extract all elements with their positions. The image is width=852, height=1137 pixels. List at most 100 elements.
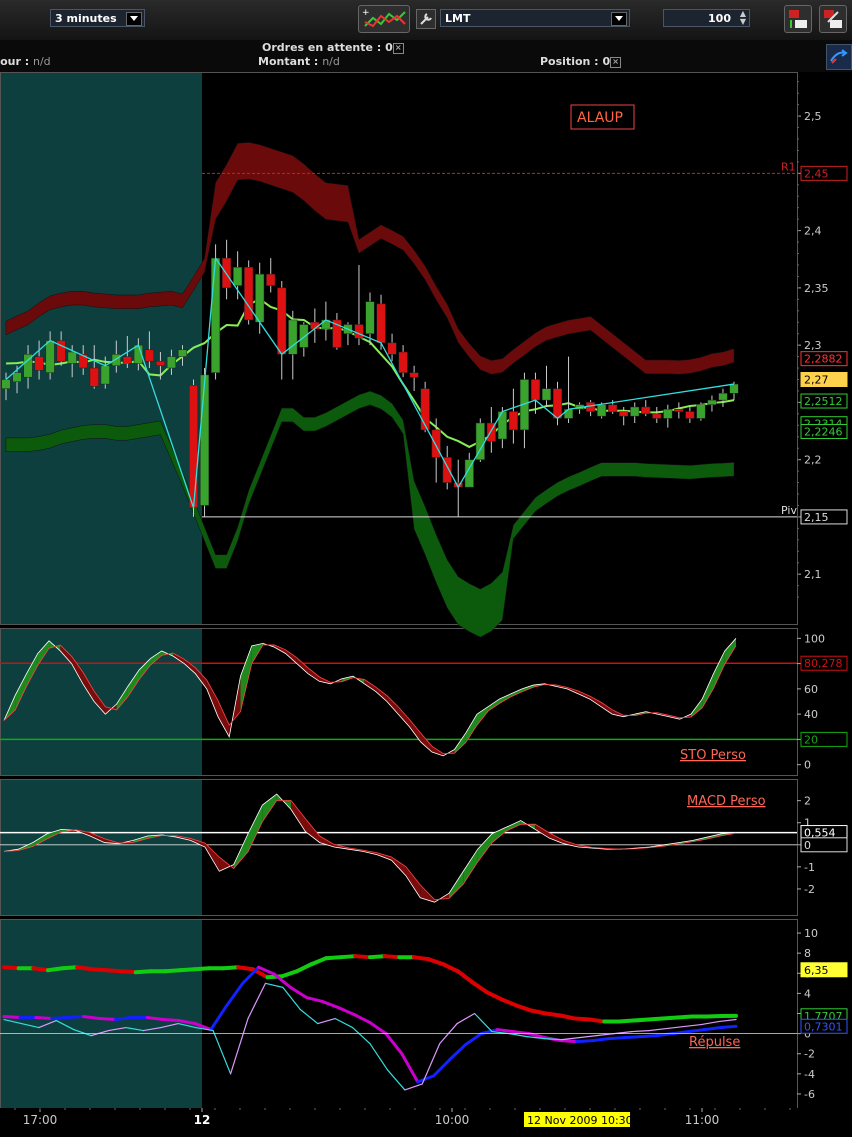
- repulse-medium-segment: [2, 1015, 22, 1020]
- position-value: 0: [602, 55, 611, 68]
- repulse-slow-segment: [104, 968, 124, 974]
- x-tick-label: 12: [194, 1113, 211, 1127]
- repulse-medium-segment: [336, 1005, 356, 1017]
- amount-label: Montant :: [258, 55, 319, 68]
- candle-body: [729, 383, 739, 394]
- level-piv-tag-label: 2,15: [804, 511, 829, 524]
- repulse-slow-segment: [675, 1014, 695, 1020]
- chart-area[interactable]: 2,52,452,42,352,32,252,22,152,1R12,45Piv…: [0, 72, 852, 1137]
- repulse-fast-segment: [561, 1037, 580, 1041]
- swap-arrows-icon: [830, 49, 848, 64]
- repulse-fast-segment: [700, 1020, 720, 1026]
- sell-order-button[interactable]: [819, 5, 847, 33]
- repulse-slow-segment: [543, 1011, 563, 1018]
- repulse-medium-segment: [320, 999, 340, 1009]
- repulse-slow-segment: [294, 962, 314, 974]
- sto-fill: [420, 733, 432, 753]
- repulse-slow-segment: [704, 1014, 724, 1019]
- repulse-slow-segment: [485, 990, 504, 1002]
- repulse-medium-segment: [448, 1043, 467, 1062]
- macd-tick-label: -1: [804, 861, 815, 874]
- repulse-medium-segment: [50, 1016, 70, 1021]
- candle-body: [100, 365, 110, 385]
- cancel-icon[interactable]: ×: [392, 42, 404, 54]
- order-type-select[interactable]: LMT: [440, 9, 630, 27]
- day-label: Jour :: [0, 55, 30, 68]
- repulse-slow-segment: [558, 1013, 577, 1021]
- repulse-tick-label: 4: [804, 987, 811, 1000]
- candle-body: [12, 372, 22, 383]
- order-down-icon: [824, 10, 842, 28]
- sto-fill: [476, 706, 489, 726]
- refresh-button[interactable]: [826, 44, 852, 70]
- repulse-medium-segment: [34, 1016, 54, 1021]
- order-up-icon: [789, 10, 807, 28]
- price-tag-label: 2,2882: [804, 353, 843, 366]
- macd-fill: [535, 824, 550, 839]
- candle-body: [67, 351, 77, 364]
- candle-body: [299, 324, 309, 348]
- repulse-fast-segment: [299, 1008, 319, 1025]
- repulse-slow-segment: [529, 1008, 548, 1016]
- repulse-slow-segment: [514, 1003, 534, 1013]
- repulse-tick-label: 8: [804, 947, 811, 960]
- repulse-medium-segment: [66, 1015, 86, 1020]
- price-tag-label: 2,2512: [804, 395, 843, 408]
- repulse-fast-segment: [334, 1017, 354, 1029]
- candle-body: [541, 388, 552, 401]
- amount-value: n/d: [322, 55, 340, 68]
- repulse-medium-segment: [400, 1052, 420, 1084]
- x-tick-label: 11:00: [685, 1113, 720, 1127]
- repulse-slow-segment: [411, 955, 431, 962]
- repulse-medium-segment: [82, 1015, 101, 1021]
- close-position-icon[interactable]: ×: [610, 56, 622, 68]
- macd-fill: [492, 827, 507, 843]
- repulse-slow-segment: [338, 954, 358, 960]
- quantity-stepper[interactable]: 100 ▲ ▼: [663, 9, 750, 27]
- repulse-title: Répulse: [689, 1035, 740, 1050]
- repulse-fast-segment: [369, 1043, 389, 1071]
- repulse-medium-segment: [432, 1058, 452, 1078]
- sto-fill: [240, 645, 252, 712]
- position-info: Position : 0 ×: [540, 55, 622, 68]
- x-axis-strip: [0, 1108, 852, 1137]
- price-tag: 2,2246: [800, 423, 848, 439]
- repulse-fast-segment: [351, 1026, 371, 1045]
- price-tag: 2,27: [800, 371, 848, 387]
- repulse-medium-segment: [368, 1021, 388, 1036]
- repulse-slow-segment: [236, 965, 255, 972]
- repulse-medium-segment: [288, 985, 308, 999]
- repulse-medium-segment: [591, 1037, 611, 1043]
- cursor-time-text: 12 Nov 2009 10:30: [527, 1114, 633, 1127]
- buy-order-button[interactable]: [784, 5, 812, 33]
- pending-orders-value: 0: [385, 41, 393, 54]
- repulse-slow-segment: [119, 969, 138, 975]
- timeframe-select[interactable]: 3 minutes: [50, 9, 145, 27]
- chevron-down-icon: [611, 12, 627, 26]
- timeframe-value: 3 minutes: [55, 12, 117, 25]
- repulse-medium-segment: [161, 1018, 181, 1023]
- repulse-slow-segment: [499, 997, 519, 1008]
- candle-body: [630, 406, 640, 417]
- candle-body: [707, 399, 717, 405]
- sto-tick-label: 40: [804, 708, 818, 721]
- macd-fill: [262, 794, 277, 822]
- level-r1-tag-label: 2,45: [804, 167, 829, 180]
- sto-level-tag-label: 20: [804, 733, 818, 746]
- repulse-fast-segment: [317, 1017, 336, 1025]
- repulse-fast-segment: [683, 1023, 702, 1028]
- repulse-fast-segment: [630, 1029, 650, 1033]
- repulse-medium-segment: [702, 1026, 722, 1032]
- ticker-label: ALAUP: [577, 110, 623, 126]
- repulse-tag: 0,7301: [800, 1018, 848, 1034]
- repulse-slow-segment: [382, 954, 402, 960]
- price-tag: 2,2882: [800, 351, 848, 367]
- day-info: Jour : n/d: [0, 55, 51, 68]
- chart-style-button[interactable]: +: [358, 5, 410, 33]
- stepper-arrows-icon: ▲ ▼: [739, 9, 746, 26]
- settings-button[interactable]: [416, 9, 436, 29]
- repulse-slow-segment: [616, 1018, 636, 1024]
- repulse-medium-segment: [495, 1028, 515, 1034]
- repulse-fast-segment: [386, 1069, 406, 1091]
- repulse-slow-segment: [572, 1016, 592, 1022]
